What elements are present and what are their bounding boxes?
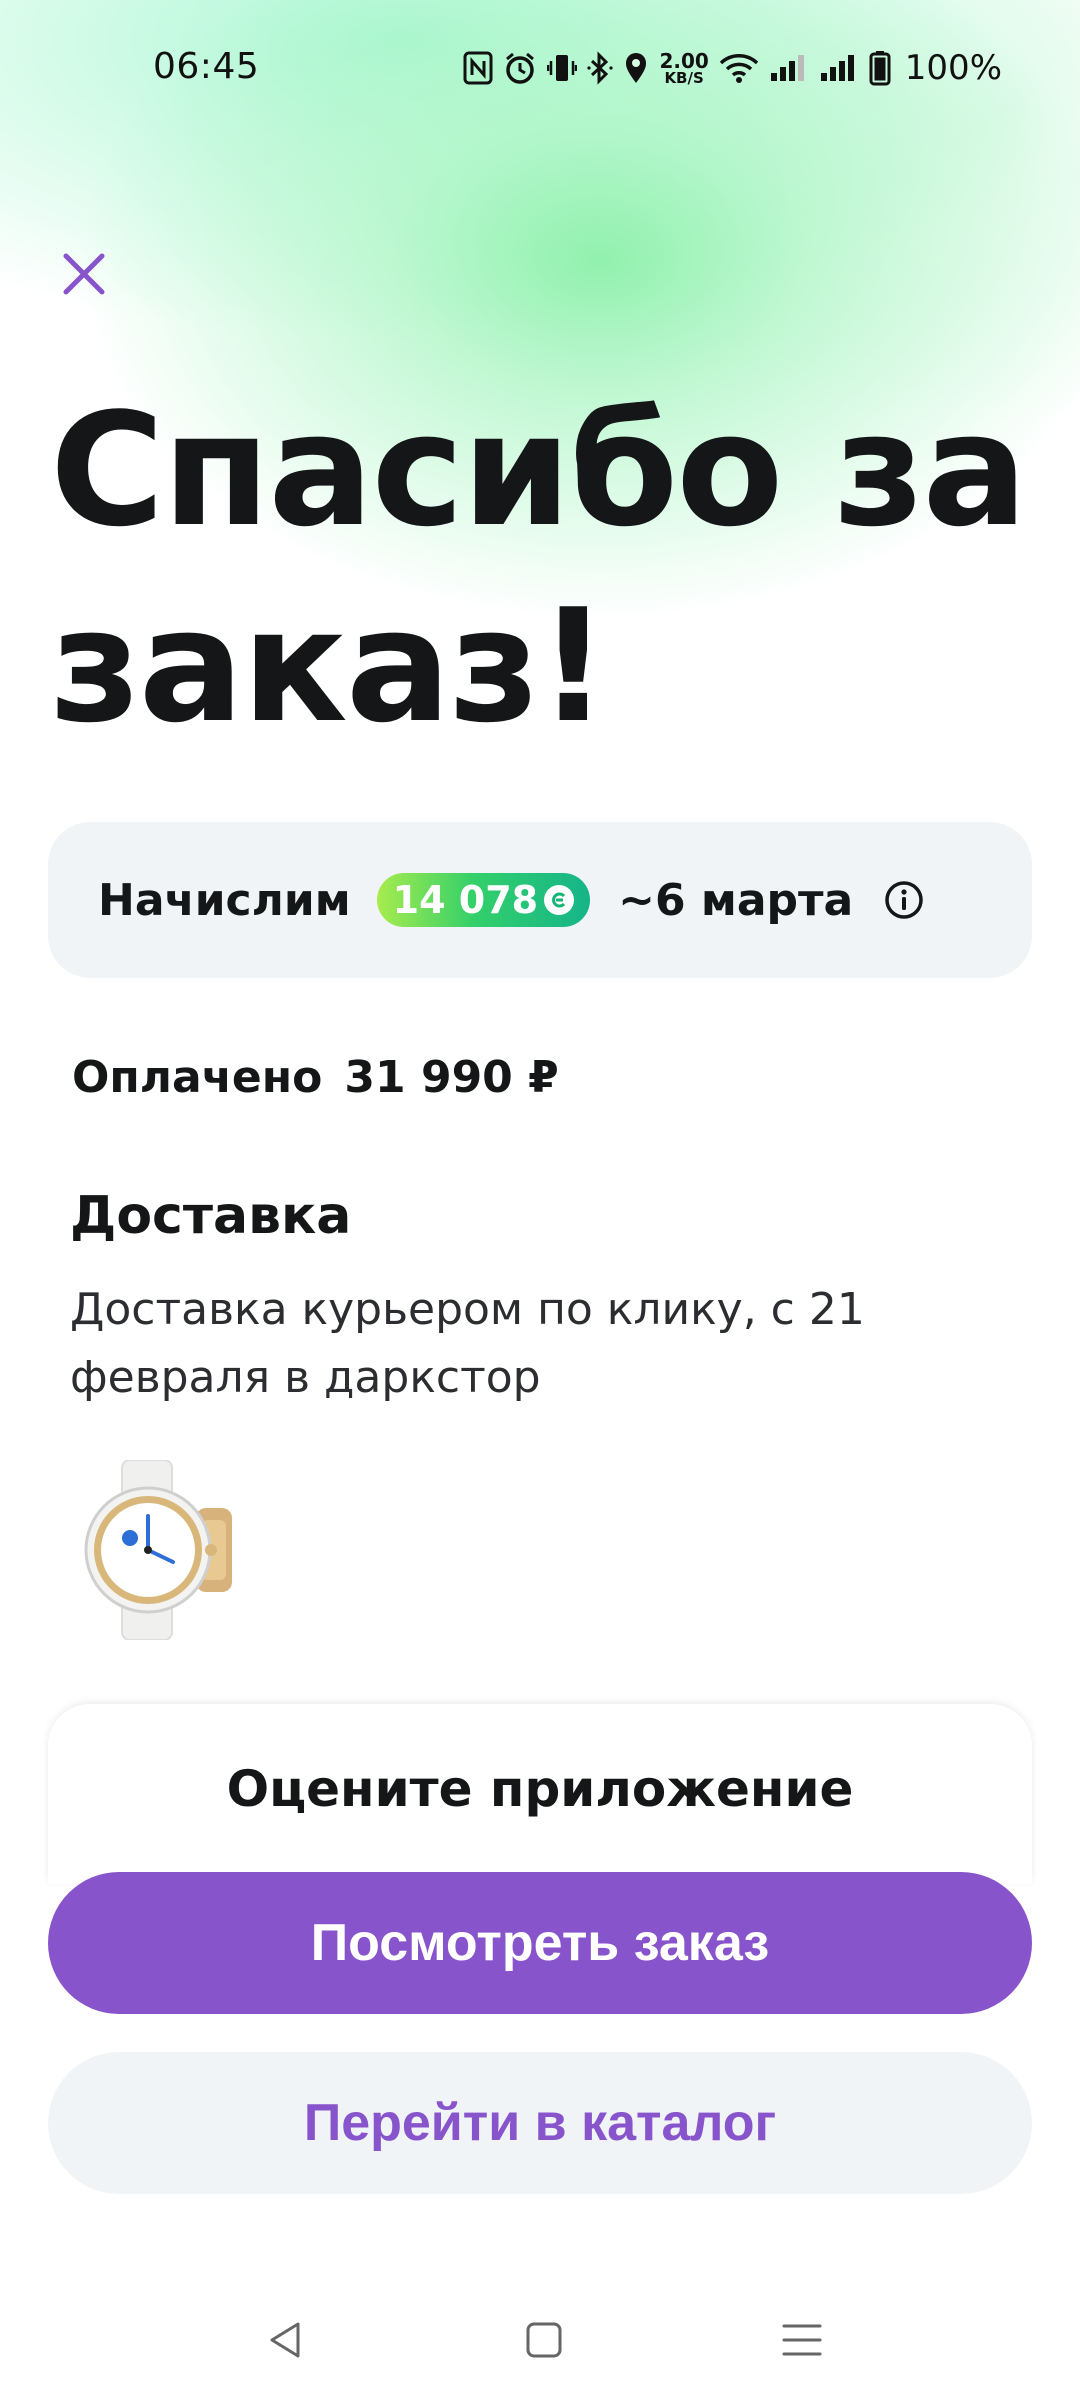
nfc-icon: [463, 51, 493, 85]
signal-icon-sim2: [819, 53, 859, 83]
product-image-smartwatch[interactable]: [78, 1459, 238, 1641]
page-title: Спасибо за заказ!: [50, 379, 1028, 757]
info-icon[interactable]: [883, 879, 925, 921]
system-nav-bar: [0, 2290, 1080, 2400]
status-bar: 06:45 2.00 KB/S 100%: [0, 0, 1080, 140]
delivery-description: Доставка курьером по клику, с 21 февраля…: [70, 1284, 865, 1403]
vibrate-icon: [547, 51, 578, 85]
bonus-points-badge: 14 078: [376, 873, 591, 927]
bluetooth-icon: [587, 51, 614, 85]
menu-lines-icon: [782, 2324, 822, 2356]
status-time: 06:45: [153, 46, 260, 87]
view-order-button[interactable]: Посмотреть заказ: [48, 1872, 1032, 2014]
payment-amount: 31 990 ₽: [344, 1052, 559, 1103]
bonus-date: ~6 марта: [618, 874, 854, 926]
wifi-icon: [719, 52, 759, 84]
close-icon: [63, 253, 105, 295]
close-button[interactable]: [56, 246, 112, 302]
go-to-catalog-button[interactable]: Перейти в каталог: [48, 2052, 1032, 2194]
bonus-label: Начислим: [98, 874, 351, 926]
nav-home-button[interactable]: [514, 2310, 574, 2370]
nav-back-button[interactable]: [256, 2310, 316, 2370]
back-triangle-icon: [270, 2322, 300, 2358]
rate-app-card[interactable]: Оцените приложение: [48, 1704, 1032, 1884]
rate-app-title: Оцените приложение: [226, 1760, 854, 1818]
payment-label: Оплачено: [72, 1052, 323, 1103]
battery-icon: [869, 50, 891, 86]
alarm-icon: [503, 51, 537, 85]
bonus-card: Начислим 14 078 ~6 марта: [48, 822, 1032, 978]
status-icons: 2.00 KB/S 100%: [463, 46, 1002, 90]
payment-row: Оплачено 31 990 ₽: [72, 1052, 559, 1103]
location-icon: [623, 51, 649, 85]
home-square-icon: [526, 2322, 562, 2358]
delivery-title: Доставка: [70, 1186, 352, 1246]
signal-icon-sim1: [769, 53, 809, 83]
bonus-coin-icon: [544, 885, 575, 915]
bonus-points-value: 14 078: [392, 878, 539, 922]
nav-menu-button[interactable]: [772, 2310, 832, 2370]
network-speed: 2.00 KB/S: [659, 48, 709, 87]
battery-percentage: 100%: [904, 48, 1002, 88]
